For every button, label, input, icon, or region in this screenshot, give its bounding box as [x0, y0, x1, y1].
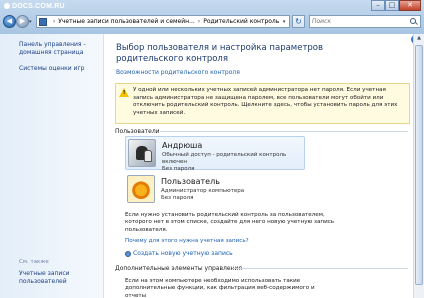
why-account-needed-link[interactable]: Почему для этого нужна учетная запись?	[125, 238, 335, 245]
sidebar: Панель управления - домашняя страница Си…	[0, 34, 104, 298]
recent-pages-dropdown[interactable]: ▾	[29, 19, 32, 25]
chess-piece-light	[144, 150, 152, 162]
search-input[interactable]	[312, 18, 409, 25]
sidebar-link-user-accounts[interactable]: Учетные записи пользователей	[19, 270, 101, 286]
search-icon[interactable]	[409, 17, 418, 26]
flower-icon	[127, 175, 155, 203]
see-also-heading: См. также	[19, 259, 49, 265]
back-button[interactable]: ◀	[3, 15, 16, 28]
user-card-andryusha[interactable]: Андрюша Обычный доступ - родительский ко…	[125, 136, 305, 172]
warning-icon: !	[119, 88, 129, 97]
sidebar-link-control-panel-home[interactable]: Панель управления - домашняя страница	[19, 41, 101, 57]
scroll-up-arrow-icon[interactable]: ▲	[415, 35, 423, 43]
parental-control-features-link[interactable]: Возможности родительского контроля	[116, 69, 240, 76]
user-card-polzovatel[interactable]: Пользователь Администратор компьютера Без…	[125, 173, 305, 207]
user-details: Администратор компьютера Без пароля	[161, 188, 245, 201]
create-account-info: Если нужно установить родительский контр…	[125, 212, 335, 233]
breadcrumb-separator[interactable]: ›	[198, 18, 200, 25]
refresh-button[interactable]: ↻	[292, 15, 305, 28]
vertical-scrollbar[interactable]: ▲	[413, 34, 424, 298]
user-name: Андрюша	[162, 141, 203, 150]
breadcrumb-parental-control[interactable]: Родительский контроль	[203, 18, 279, 25]
section-divider	[233, 268, 408, 269]
minimize-button[interactable]: –	[371, 0, 385, 11]
warning-banner[interactable]: ! У одной или нескольких учетных записей…	[115, 83, 410, 124]
section-divider	[160, 131, 408, 132]
breadcrumb-accounts[interactable]: Учетные записи пользователей и семейн...	[58, 18, 195, 25]
scroll-thumb[interactable]	[415, 45, 423, 285]
window-controls: – □ ✕	[371, 0, 421, 11]
address-dropdown[interactable]: ▾	[279, 19, 289, 25]
watermark-logo-icon	[4, 3, 10, 9]
search-box[interactable]	[309, 15, 421, 28]
maximize-button[interactable]: □	[385, 0, 399, 11]
close-button[interactable]: ✕	[399, 0, 421, 11]
breadcrumb-separator[interactable]: ›	[53, 18, 55, 25]
extra-controls-text: Если на этом компьютере необходимо испол…	[125, 278, 315, 298]
users-section-label: Пользователи	[115, 128, 160, 135]
extra-controls-label: Дополнительные элементы управления	[115, 265, 242, 272]
shield-user-icon	[125, 250, 131, 257]
address-bar[interactable]: › Учетные записи пользователей и семейн.…	[36, 15, 290, 28]
chess-icon	[128, 139, 156, 167]
user-details: Обычный доступ - родительский контроль в…	[162, 152, 287, 172]
control-panel-icon	[39, 17, 47, 26]
warning-text[interactable]: У одной или нескольких учетных записей а…	[133, 87, 405, 117]
user-name: Пользователь	[161, 177, 220, 186]
page-title: Выбор пользователя и настройка параметро…	[116, 43, 324, 64]
forward-button[interactable]: ▶	[16, 15, 29, 28]
create-account-link[interactable]: Создать новую учетную запись	[133, 250, 233, 257]
create-account-row[interactable]: Создать новую учетную запись	[125, 250, 233, 257]
sidebar-link-game-ratings[interactable]: Системы оценки игр	[19, 65, 101, 73]
watermark: DOCS.COM.RU	[4, 3, 65, 10]
main-content: ? Выбор пользователя и настройка парамет…	[105, 34, 413, 298]
